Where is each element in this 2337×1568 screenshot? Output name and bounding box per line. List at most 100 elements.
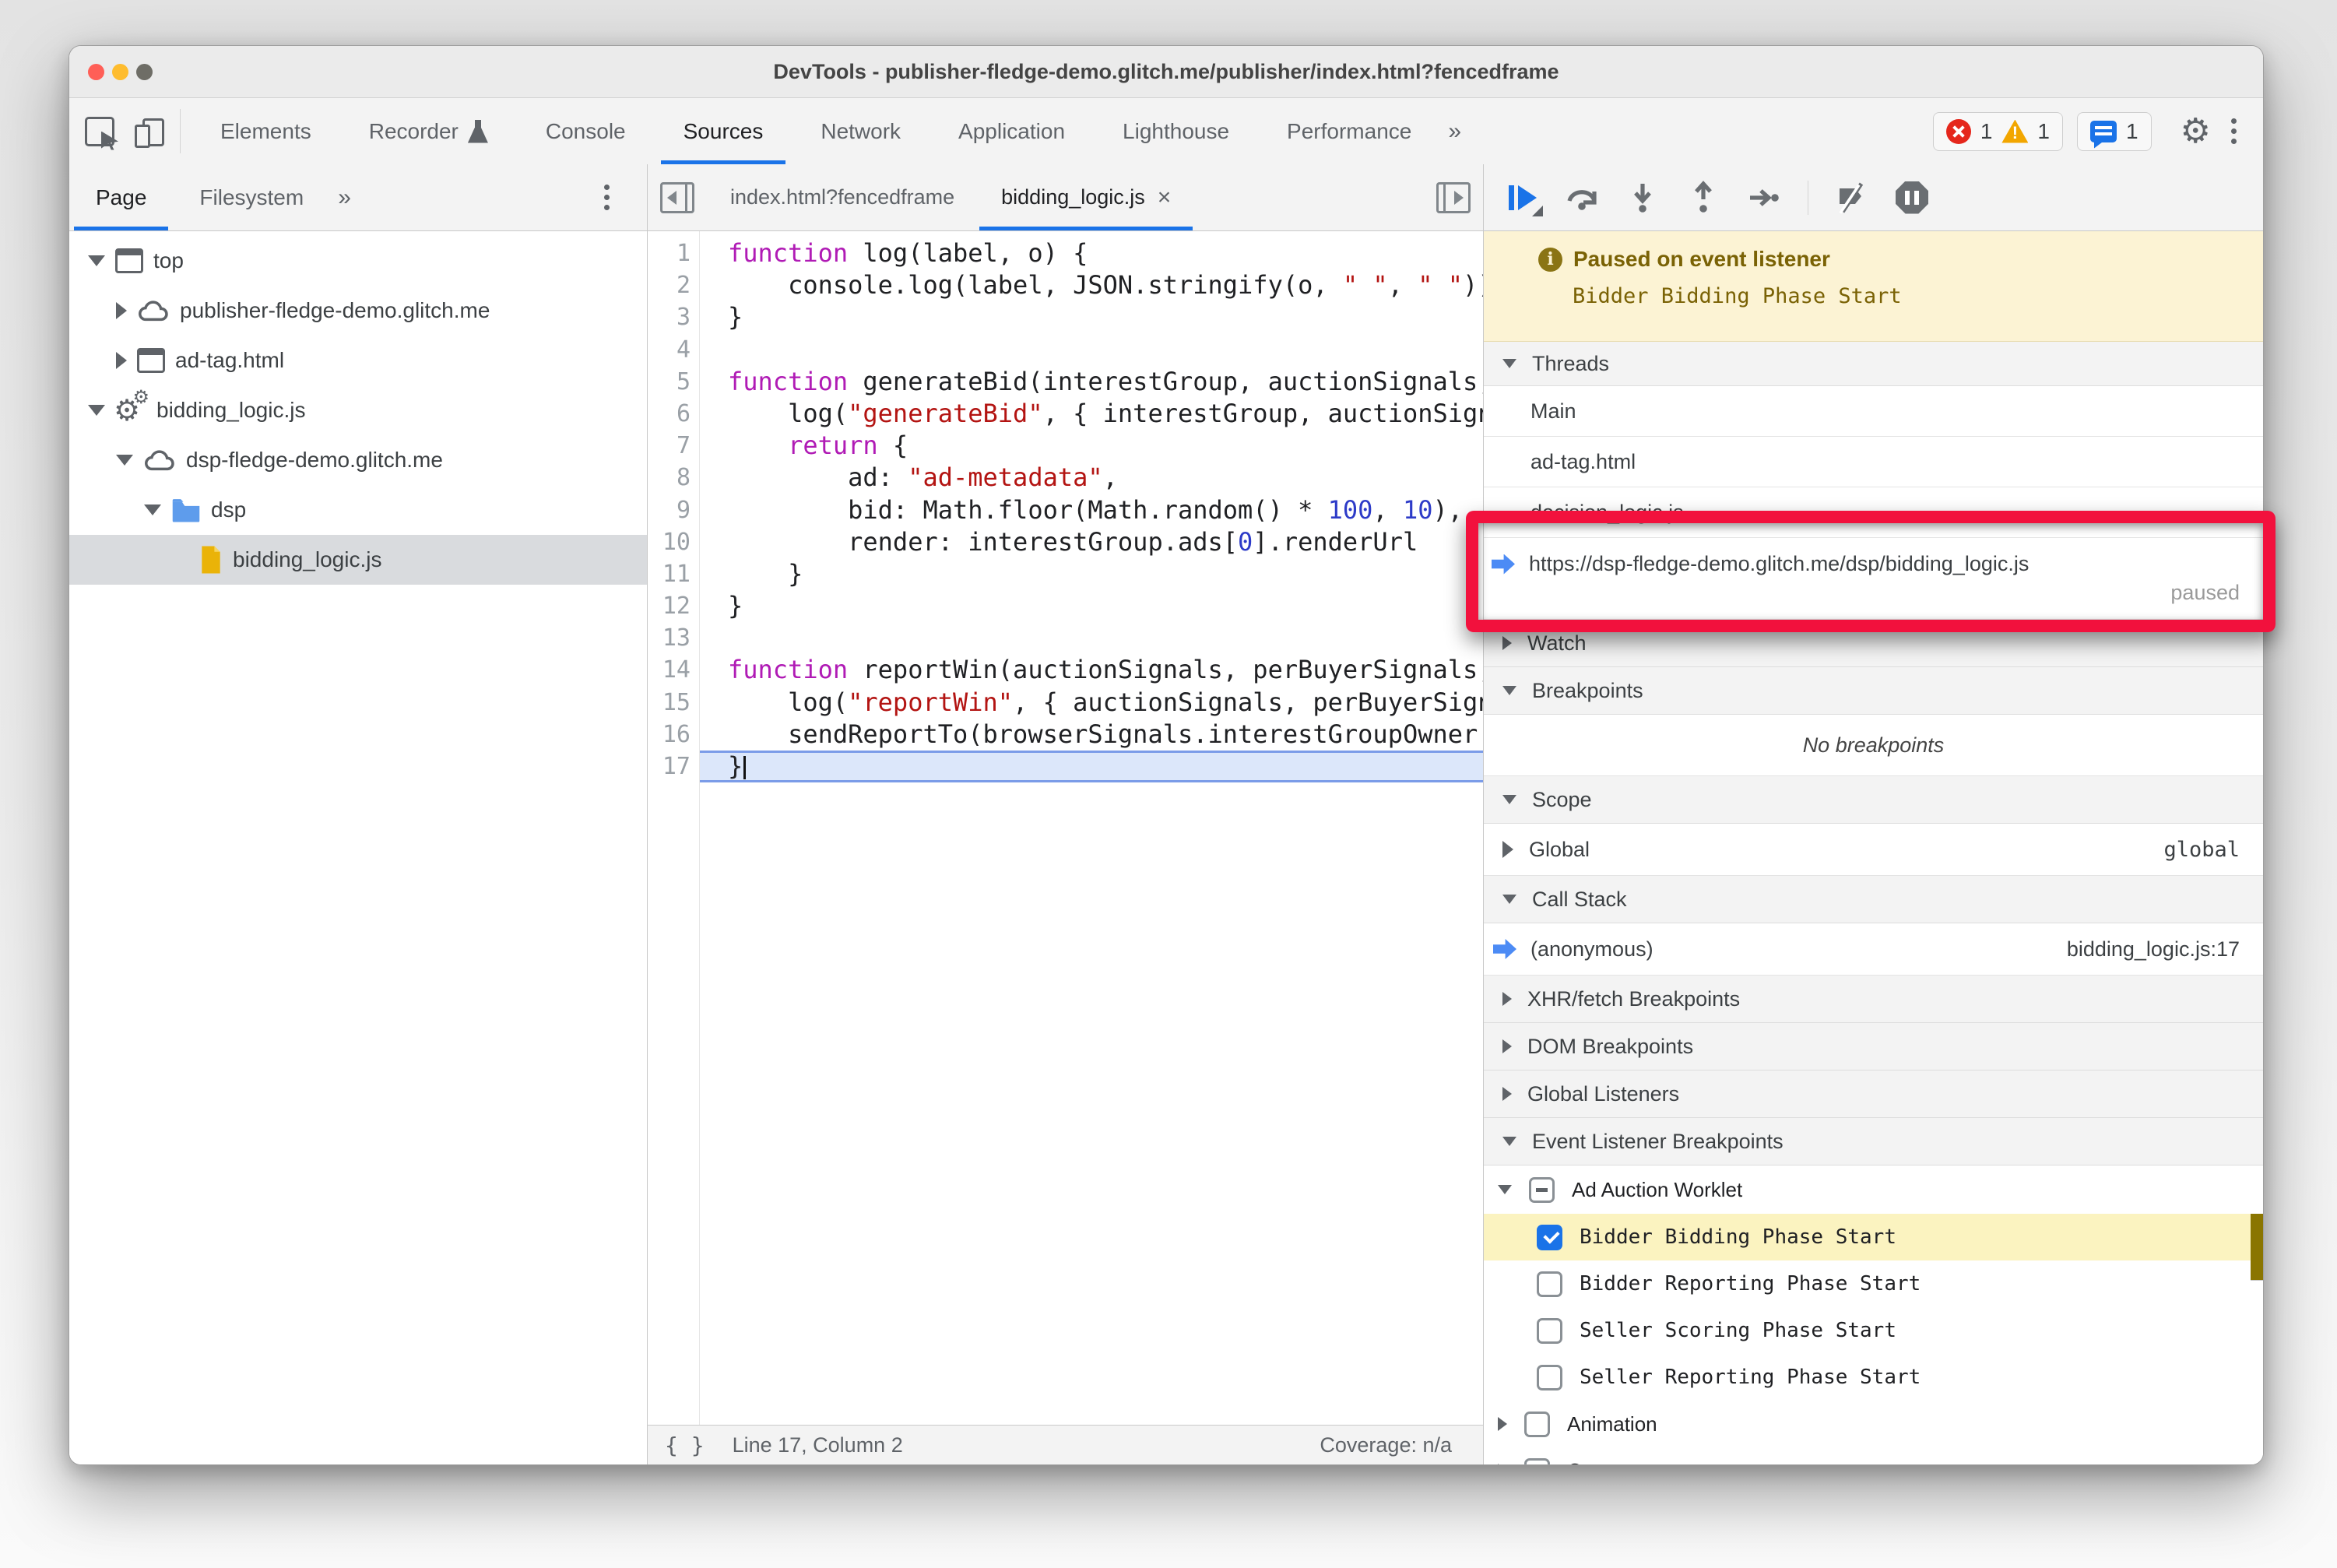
threads-section-header[interactable]: Threads [1484, 342, 2263, 386]
resume-script-icon[interactable] [1507, 182, 1543, 216]
tab-elements[interactable]: Elements [192, 98, 340, 164]
deactivate-breakpoints-icon[interactable] [1835, 181, 1869, 215]
line-number[interactable]: 1 [648, 237, 699, 269]
code-line-1[interactable]: function log(label, o) { [700, 237, 1483, 269]
xhr-breakpoints-section-header[interactable]: XHR/fetch Breakpoints [1484, 976, 2263, 1023]
thread-decision-logic[interactable]: decision_logic.js [1484, 487, 2263, 538]
expand-arrow-icon[interactable] [1498, 1417, 1507, 1431]
code-line-16[interactable]: sendReportTo(browserSignals.interestGrou… [700, 719, 1483, 751]
pretty-print-icon[interactable]: { } [665, 1433, 705, 1458]
code-line-3[interactable]: } [700, 301, 1483, 333]
code-line-5[interactable]: function generateBid(interestGroup, auct… [700, 366, 1483, 398]
step-over-icon[interactable] [1565, 181, 1599, 215]
tab-console[interactable]: Console [517, 98, 655, 164]
expand-arrow-icon[interactable] [116, 302, 127, 319]
tab-application[interactable]: Application [930, 98, 1094, 164]
step-into-icon[interactable] [1625, 181, 1660, 215]
code-line-8[interactable]: ad: "ad-metadata", [700, 462, 1483, 494]
navigator-more-tabs-button[interactable]: » [330, 164, 359, 230]
code-line-11[interactable]: } [700, 558, 1483, 590]
thread-ad-tag[interactable]: ad-tag.html [1484, 437, 2263, 487]
code-editor[interactable]: 1 2 3 4 5 6 7 8 9 10 11 12 13 14 15 16 17 function log(l… [648, 231, 1483, 1425]
line-number[interactable]: 9 [648, 494, 699, 526]
issues-badge[interactable]: 1 [2076, 111, 2152, 151]
step-out-icon[interactable] [1686, 180, 1720, 215]
minimize-window-button[interactable] [112, 64, 128, 80]
code-line-14[interactable]: function reportWin(auctionSignals, perBu… [700, 654, 1483, 686]
code-line-4[interactable] [700, 334, 1483, 366]
code-line-2[interactable]: console.log(label, JSON.stringify(o, " "… [700, 269, 1483, 301]
collapse-arrow-icon[interactable] [116, 455, 133, 466]
expand-arrow-icon[interactable] [116, 352, 127, 369]
tree-item-dsp-domain[interactable]: dsp-fledge-demo.glitch.me [69, 435, 647, 485]
line-number[interactable]: 4 [648, 334, 699, 366]
code-line-17[interactable]: } [700, 751, 1483, 783]
navigator-menu-icon[interactable] [598, 185, 616, 210]
more-tabs-button[interactable]: » [1440, 98, 1469, 164]
close-window-button[interactable] [88, 64, 104, 80]
code-line-6[interactable]: log("generateBid", { interestGroup, auct… [700, 398, 1483, 430]
thread-main[interactable]: Main [1484, 386, 2263, 437]
checkbox-unchecked-icon[interactable] [1537, 1364, 1562, 1390]
line-number[interactable]: 11 [648, 558, 699, 590]
checkbox-unchecked-icon[interactable] [1537, 1317, 1562, 1344]
settings-gear-icon[interactable]: ⚙ [2181, 114, 2211, 149]
tab-network[interactable]: Network [792, 98, 930, 164]
line-number[interactable]: 17 [648, 751, 699, 782]
scope-section-header[interactable]: Scope [1484, 776, 2263, 824]
collapse-arrow-icon[interactable] [144, 505, 161, 515]
expand-arrow-icon[interactable] [1502, 841, 1513, 858]
show-debugger-icon[interactable] [1436, 181, 1471, 213]
dom-breakpoints-section-header[interactable]: DOM Breakpoints [1484, 1023, 2263, 1071]
editor-tab-bidding-logic[interactable]: bidding_logic.js × [978, 164, 1194, 230]
line-number[interactable]: 12 [648, 590, 699, 622]
breakpoints-section-header[interactable]: Breakpoints [1484, 667, 2263, 715]
line-number[interactable]: 14 [648, 654, 699, 686]
line-number[interactable]: 3 [648, 301, 699, 333]
event-breakpoint-seller-scoring-phase-start[interactable]: Seller Scoring Phase Start [1484, 1307, 2263, 1354]
tree-item-bidding-logic-file[interactable]: bidding_logic.js [69, 535, 647, 585]
code-line-7[interactable]: return { [700, 430, 1483, 462]
event-breakpoint-seller-reporting-phase-start[interactable]: Seller Reporting Phase Start [1484, 1354, 2263, 1401]
global-listeners-section-header[interactable]: Global Listeners [1484, 1071, 2263, 1118]
watch-section-header[interactable]: Watch [1484, 620, 2263, 667]
checkbox-checked-icon[interactable] [1537, 1224, 1562, 1250]
code-line-12[interactable]: } [700, 590, 1483, 622]
line-number[interactable]: 10 [648, 526, 699, 558]
line-number[interactable]: 7 [648, 430, 699, 462]
line-number[interactable]: 8 [648, 462, 699, 494]
tree-item-dsp-folder[interactable]: dsp [69, 485, 647, 535]
inspect-element-icon[interactable] [85, 116, 114, 146]
call-stack-section-header[interactable]: Call Stack [1484, 876, 2263, 923]
collapse-arrow-icon[interactable] [1498, 1185, 1512, 1194]
errors-warnings-badge[interactable]: 1 ! 1 [1932, 111, 2063, 151]
event-category-canvas[interactable]: Canvas [1484, 1447, 2263, 1464]
navigator-tab-page[interactable]: Page [69, 164, 173, 230]
tree-item-bidding-logic-worklet[interactable]: ⚙ ⚙ bidding_logic.js [69, 385, 647, 435]
tab-sources[interactable]: Sources [655, 98, 792, 164]
checkbox-unchecked-icon[interactable] [1537, 1271, 1562, 1297]
scope-global-row[interactable]: Global global [1484, 824, 2263, 876]
tree-item-publisher-domain[interactable]: publisher-fledge-demo.glitch.me [69, 286, 647, 336]
pause-on-exceptions-icon[interactable] [1896, 181, 1928, 214]
event-breakpoint-bidder-reporting-phase-start[interactable]: Bidder Reporting Phase Start [1484, 1260, 2263, 1307]
tab-lighthouse[interactable]: Lighthouse [1094, 98, 1258, 164]
more-options-icon[interactable] [2225, 118, 2243, 144]
line-number[interactable]: 16 [648, 719, 699, 751]
code-line-15[interactable]: log("reportWin", { auctionSignals, perBu… [700, 687, 1483, 719]
event-listener-breakpoints-section-header[interactable]: Event Listener Breakpoints [1484, 1118, 2263, 1165]
step-icon[interactable] [1747, 181, 1781, 215]
hide-navigator-icon[interactable] [660, 181, 694, 213]
tree-item-ad-tag[interactable]: ad-tag.html [69, 336, 647, 385]
code-line-13[interactable] [700, 622, 1483, 654]
tree-item-top[interactable]: top [69, 236, 647, 286]
tab-performance[interactable]: Performance [1258, 98, 1440, 164]
device-toolbar-icon[interactable] [135, 118, 164, 148]
editor-tab-index-html[interactable]: index.html?fencedframe [707, 164, 978, 230]
collapse-arrow-icon[interactable] [88, 255, 105, 266]
call-stack-frame[interactable]: (anonymous) bidding_logic.js:17 [1484, 923, 2263, 976]
zoom-window-button[interactable] [136, 64, 153, 80]
line-number[interactable]: 15 [648, 687, 699, 719]
checkbox-unchecked-icon[interactable] [1524, 1457, 1550, 1464]
line-number[interactable]: 2 [648, 269, 699, 301]
